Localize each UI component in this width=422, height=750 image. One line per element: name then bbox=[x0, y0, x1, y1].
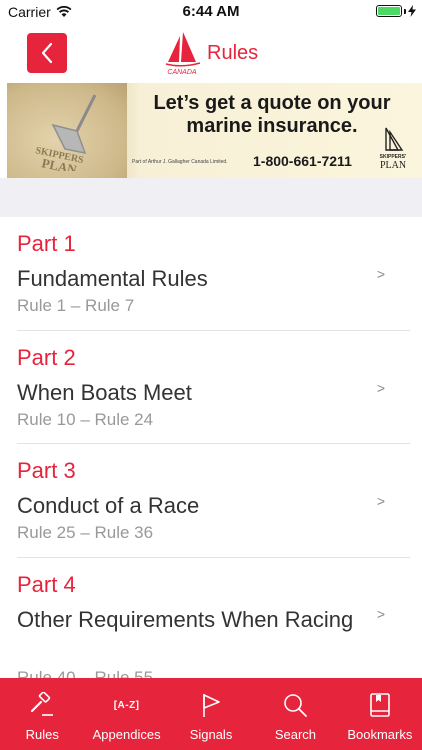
charging-icon bbox=[408, 5, 416, 17]
tab-label: Rules bbox=[25, 727, 59, 742]
part-number: Part 2 bbox=[17, 344, 76, 370]
part-title: Other Requirements When Racing bbox=[17, 606, 354, 632]
part-title: Conduct of a Race bbox=[17, 493, 200, 518]
brand-bottom-text: PLAN bbox=[380, 160, 406, 170]
banner-fine-print: Part of Arthur J. Gallagher Canada Limit… bbox=[132, 159, 228, 165]
list-item-part-4[interactable]: Part 4 Other Requirements When Racing Ru… bbox=[0, 558, 422, 679]
navigation-bar: CANADA Rules bbox=[0, 24, 422, 82]
list-item-part-3[interactable]: Part 3 Conduct of a Race Rule 25 – Rule … bbox=[0, 444, 422, 558]
chevron-right-icon: > bbox=[376, 605, 385, 622]
part-title: Fundamental Rules bbox=[17, 266, 208, 291]
page-title: Rules bbox=[207, 42, 259, 64]
list-item-part-1[interactable]: Part 1 Fundamental Rules Rule 1 – Rule 7… bbox=[0, 217, 422, 331]
battery-tip bbox=[404, 8, 406, 14]
book-icon bbox=[365, 690, 395, 720]
tab-search[interactable]: Search bbox=[253, 678, 337, 750]
banner-phone: 1-800-661-7211 bbox=[253, 153, 352, 169]
part-number: Part 4 bbox=[17, 571, 76, 597]
gavel-icon bbox=[27, 690, 57, 720]
section-spacer bbox=[0, 178, 422, 217]
ad-banner[interactable]: SKIPPERS PLAN Let’s get a quote on your … bbox=[7, 83, 422, 178]
skippers-plan-logo: SKIPPERS’ PLAN bbox=[380, 127, 407, 170]
tab-bookmarks[interactable]: Bookmarks bbox=[338, 678, 422, 750]
anchor-icon: SKIPPERS PLAN bbox=[34, 94, 97, 171]
tab-signals[interactable]: Signals bbox=[169, 678, 253, 750]
rule-range: Rule 1 – Rule 7 bbox=[17, 296, 135, 315]
status-right bbox=[376, 5, 416, 17]
status-bar: Carrier 6:44 AM bbox=[0, 0, 422, 24]
chevron-left-icon bbox=[41, 42, 53, 64]
chevron-right-icon: > bbox=[376, 266, 385, 282]
tab-label: Appendices bbox=[92, 727, 161, 742]
rule-range: Rule 25 – Rule 36 bbox=[17, 523, 154, 542]
sail-canada-logo: CANADA bbox=[165, 32, 201, 76]
part-number: Part 3 bbox=[17, 458, 76, 483]
tab-label: Signals bbox=[189, 727, 233, 742]
rule-range: Rule 10 – Rule 24 bbox=[17, 409, 154, 429]
az-icon-text: [A-Z] bbox=[113, 699, 140, 711]
parts-list: Part 1 Fundamental Rules Rule 1 – Rule 7… bbox=[0, 217, 422, 678]
rule-range: Rule 40 – Rule 55 bbox=[17, 667, 154, 679]
search-icon bbox=[280, 690, 310, 720]
flag-icon bbox=[196, 690, 226, 720]
tab-bar: Rules [A-Z] Appendices Signals Search Bo… bbox=[0, 678, 422, 750]
back-button[interactable] bbox=[27, 33, 67, 73]
tab-label: Bookmarks bbox=[347, 727, 413, 742]
part-title: When Boats Meet bbox=[17, 379, 192, 405]
part-number: Part 1 bbox=[17, 231, 76, 256]
chevron-right-icon: > bbox=[376, 493, 385, 509]
logo-caption: CANADA bbox=[167, 69, 197, 76]
clock: 6:44 AM bbox=[182, 3, 240, 20]
az-icon: [A-Z] bbox=[112, 690, 142, 720]
list-item-part-2[interactable]: Part 2 When Boats Meet Rule 10 – Rule 24… bbox=[0, 331, 422, 444]
battery-icon bbox=[376, 5, 402, 17]
tab-label: Search bbox=[274, 727, 317, 742]
tab-rules[interactable]: Rules bbox=[0, 678, 84, 750]
chevron-right-icon: > bbox=[376, 379, 385, 396]
tab-appendices[interactable]: [A-Z] Appendices bbox=[84, 678, 168, 750]
